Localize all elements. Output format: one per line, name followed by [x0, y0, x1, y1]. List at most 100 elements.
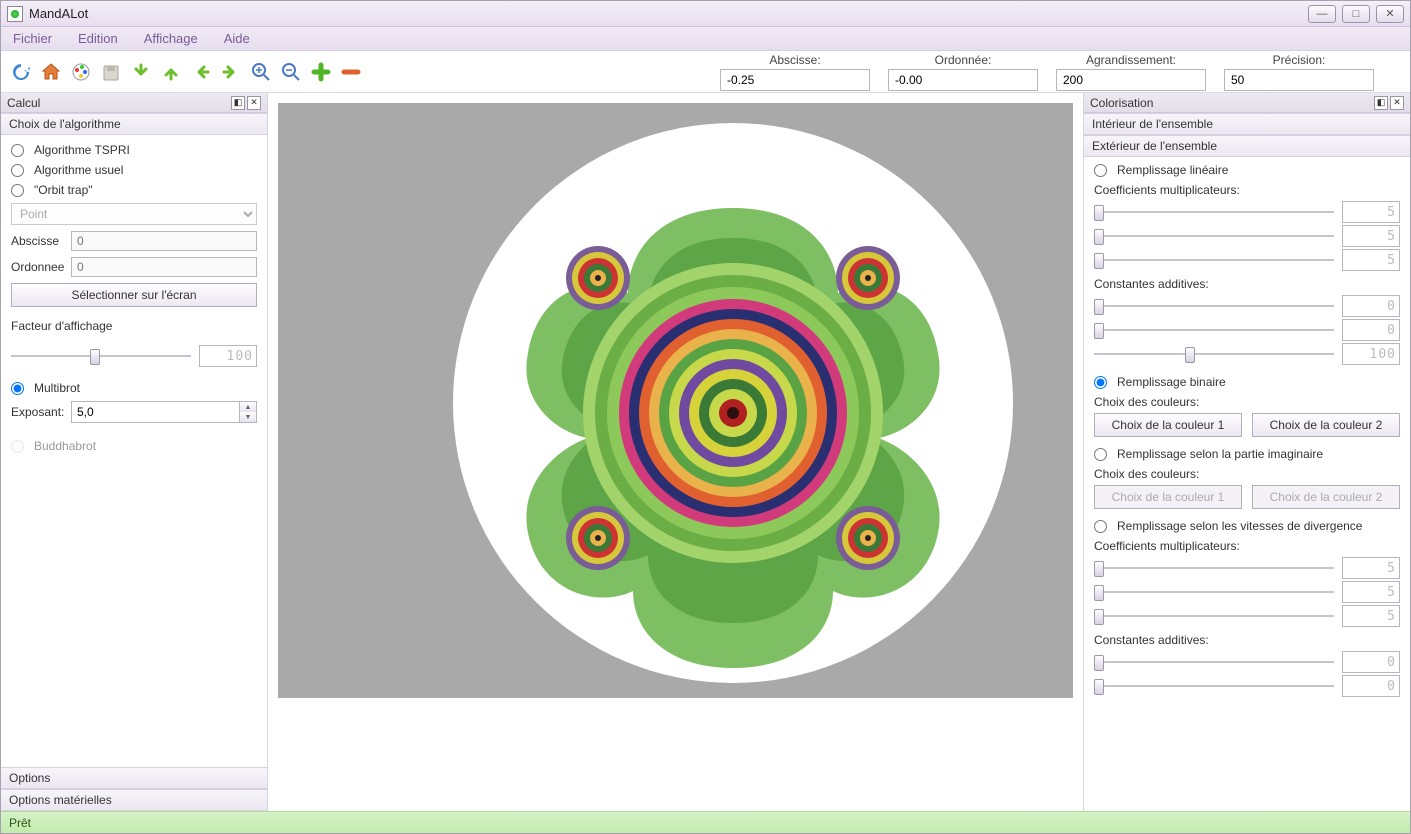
arrow-up-icon[interactable] — [157, 58, 185, 86]
buddhabrot-radio — [11, 440, 24, 453]
exposant-input[interactable] — [71, 401, 240, 423]
minimize-button[interactable]: — — [1308, 5, 1336, 23]
close-button[interactable]: ✕ — [1376, 5, 1404, 23]
div-coef-disp-3: 5 — [1342, 605, 1400, 627]
calcul-header: Calcul — [7, 96, 40, 110]
algo-usuel-radio[interactable] — [11, 164, 24, 177]
choix-col-label-2: Choix des couleurs: — [1094, 467, 1400, 481]
color1-button-dis: Choix de la couleur 1 — [1094, 485, 1242, 509]
remp-lin-label: Remplissage linéaire — [1117, 163, 1228, 177]
arrow-left-icon[interactable] — [187, 58, 215, 86]
exposant-up[interactable]: ▲ — [240, 402, 256, 412]
ot-ordonnee-input[interactable] — [71, 257, 257, 277]
exposant-label: Exposant: — [11, 405, 65, 419]
coef-slider-3[interactable] — [1094, 250, 1334, 270]
ot-abscisse-input[interactable] — [71, 231, 257, 251]
fractal-canvas[interactable] — [278, 103, 1073, 698]
algo-usuel-label: Algorithme usuel — [34, 163, 123, 177]
dock-float-icon-r[interactable]: ◧ — [1374, 96, 1388, 110]
div-const-disp-1: 0 — [1342, 651, 1400, 673]
menubar: Fichier Edition Affichage Aide — [1, 27, 1410, 51]
menu-help[interactable]: Aide — [218, 29, 256, 48]
precision-input[interactable] — [1224, 69, 1374, 91]
const-slider-1[interactable] — [1094, 296, 1334, 316]
agrand-input[interactable] — [1056, 69, 1206, 91]
colorisation-header: Colorisation — [1090, 96, 1153, 110]
menu-view[interactable]: Affichage — [138, 29, 204, 48]
const-disp-3: 100 — [1342, 343, 1400, 365]
status-text: Prêt — [9, 816, 31, 830]
remp-imag-radio[interactable] — [1094, 448, 1107, 461]
ot-ordonnee-label: Ordonnee — [11, 260, 65, 274]
div-coef-slider-2[interactable] — [1094, 582, 1334, 602]
exterieur-section[interactable]: Extérieur de l'ensemble — [1084, 135, 1410, 157]
right-dock: Colorisation ◧✕ Intérieur de l'ensemble E… — [1083, 93, 1410, 811]
facteur-label: Facteur d'affichage — [11, 319, 257, 333]
titlebar: MandALot — □ ✕ — [1, 1, 1410, 27]
arrow-right-icon[interactable] — [217, 58, 245, 86]
coef-disp-2: 5 — [1342, 225, 1400, 247]
algo-orbit-label: "Orbit trap" — [34, 183, 93, 197]
orbit-point-select[interactable]: Point — [11, 203, 257, 225]
refresh-icon[interactable] — [7, 58, 35, 86]
algo-orbit-radio[interactable] — [11, 184, 24, 197]
algo-tspri-label: Algorithme TSPRI — [34, 143, 130, 157]
color1-button[interactable]: Choix de la couleur 1 — [1094, 413, 1242, 437]
maximize-button[interactable]: □ — [1342, 5, 1370, 23]
div-coef-slider-3[interactable] — [1094, 606, 1334, 626]
const-slider-2[interactable] — [1094, 320, 1334, 340]
coef-slider-2[interactable] — [1094, 226, 1334, 246]
const-disp-1: 0 — [1342, 295, 1400, 317]
coef-slider-1[interactable] — [1094, 202, 1334, 222]
options-mat-section[interactable]: Options matérielles — [1, 789, 267, 811]
agrand-label: Agrandissement: — [1056, 53, 1206, 67]
ot-abscisse-label: Abscisse — [11, 234, 65, 248]
ordonnee-input[interactable] — [888, 69, 1038, 91]
arrow-down-icon[interactable] — [127, 58, 155, 86]
menu-file[interactable]: Fichier — [7, 29, 58, 48]
buddhabrot-label: Buddhabrot — [34, 439, 96, 453]
dock-close-icon[interactable]: ✕ — [247, 96, 261, 110]
div-const-slider-1[interactable] — [1094, 652, 1334, 672]
color2-button[interactable]: Choix de la couleur 2 — [1252, 413, 1400, 437]
window-title: MandALot — [29, 6, 1308, 21]
app-icon — [7, 6, 23, 22]
center-area — [268, 93, 1083, 811]
coef-mult-label: Coefficients multiplicateurs: — [1094, 183, 1400, 197]
div-coef-disp-2: 5 — [1342, 581, 1400, 603]
plus-icon[interactable] — [307, 58, 335, 86]
select-on-screen-button[interactable]: Sélectionner sur l'écran — [11, 283, 257, 307]
div-coef-slider-1[interactable] — [1094, 558, 1334, 578]
algo-section[interactable]: Choix de l'algorithme — [1, 113, 267, 135]
div-coef-disp-1: 5 — [1342, 557, 1400, 579]
remp-lin-radio[interactable] — [1094, 164, 1107, 177]
options-section[interactable]: Options — [1, 767, 267, 789]
menu-edit[interactable]: Edition — [72, 29, 124, 48]
div-const-slider-2[interactable] — [1094, 676, 1334, 696]
home-icon[interactable] — [37, 58, 65, 86]
dock-float-icon[interactable]: ◧ — [231, 96, 245, 110]
palette-icon[interactable] — [67, 58, 95, 86]
minus-icon[interactable] — [337, 58, 365, 86]
remp-imag-label: Remplissage selon la partie imaginaire — [1117, 447, 1323, 461]
div-const-disp-2: 0 — [1342, 675, 1400, 697]
algo-tspri-radio[interactable] — [11, 144, 24, 157]
coef-disp-1: 5 — [1342, 201, 1400, 223]
facteur-slider[interactable] — [11, 346, 191, 366]
dock-close-icon-r[interactable]: ✕ — [1390, 96, 1404, 110]
exposant-down[interactable]: ▼ — [240, 412, 256, 422]
save-icon[interactable] — [97, 58, 125, 86]
multibrot-label: Multibrot — [34, 381, 80, 395]
zoom-out-icon[interactable] — [277, 58, 305, 86]
choix-col-label-1: Choix des couleurs: — [1094, 395, 1400, 409]
remp-div-radio[interactable] — [1094, 520, 1107, 533]
abscisse-input[interactable] — [720, 69, 870, 91]
remp-div-label: Remplissage selon les vitesses de diverg… — [1117, 519, 1362, 533]
const-slider-3[interactable] — [1094, 344, 1334, 364]
coef-mult-label-2: Coefficients multiplicateurs: — [1094, 539, 1400, 553]
interieur-section[interactable]: Intérieur de l'ensemble — [1084, 113, 1410, 135]
multibrot-radio[interactable] — [11, 382, 24, 395]
remp-bin-radio[interactable] — [1094, 376, 1107, 389]
status-bar: Prêt — [1, 811, 1410, 833]
zoom-in-icon[interactable] — [247, 58, 275, 86]
